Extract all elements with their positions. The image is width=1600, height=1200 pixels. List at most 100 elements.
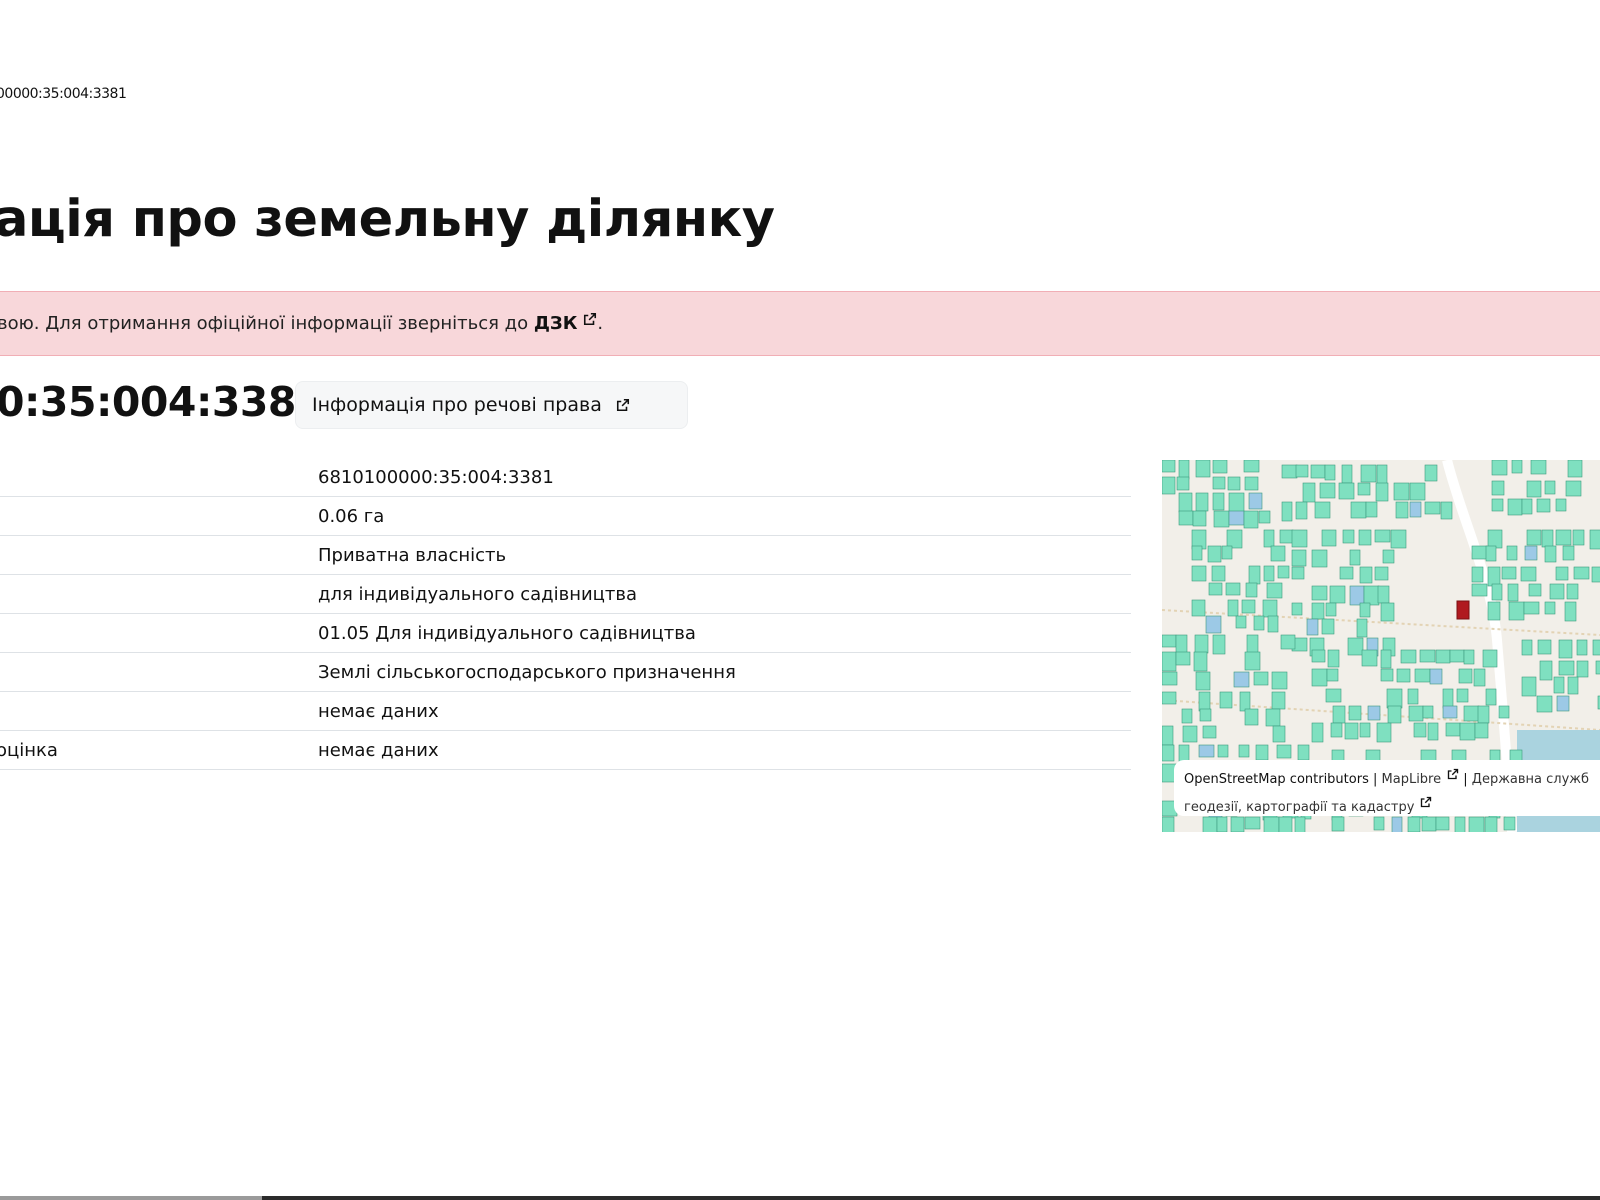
map-parcel [1374, 566, 1389, 581]
map-parcel [1271, 671, 1288, 690]
map-parcel [1359, 602, 1371, 618]
dzk-link[interactable]: ДЗК [533, 312, 598, 334]
map-parcel [1279, 529, 1294, 544]
map-parcel [1198, 744, 1215, 758]
map-parcel [1507, 498, 1523, 516]
map-parcel [1213, 510, 1230, 528]
alert-tail: . [597, 313, 604, 334]
map-parcel [1375, 482, 1389, 502]
maplibre-link[interactable]: MapLibre [1382, 768, 1460, 787]
map-parcel [1380, 602, 1395, 622]
map-parcel [1395, 501, 1409, 519]
map-parcel [1243, 510, 1259, 529]
map-parcel [1176, 476, 1190, 491]
map-parcel [1400, 649, 1417, 664]
map-parcel [1314, 501, 1331, 519]
map-parcel [1564, 601, 1577, 622]
map-parcel [1435, 649, 1451, 664]
map-parcel [1217, 744, 1229, 758]
map-parcel [1230, 816, 1245, 832]
map-parcel [1191, 565, 1207, 582]
map-parcel [1253, 671, 1269, 686]
map-parcel [1238, 744, 1250, 758]
map-parcel [1409, 501, 1422, 518]
osm-attribution: OpenStreetMap contributors [1184, 772, 1369, 787]
map-parcel [1219, 691, 1233, 709]
map-parcel [1212, 476, 1226, 490]
agency-link[interactable]: Державна служб [1472, 772, 1589, 787]
map-parcel [1162, 816, 1175, 832]
attribution-separator: | [1463, 772, 1468, 787]
map-parcel [1386, 688, 1403, 709]
map-parcel [1506, 545, 1518, 561]
map-parcel [1278, 816, 1293, 832]
map-parcel [1202, 725, 1217, 739]
map-parcel [1456, 688, 1469, 703]
map-parcel [1178, 510, 1194, 526]
map-parcel [1330, 722, 1343, 738]
map-parcel [1202, 816, 1218, 832]
row-value: 01.05 Для індивідуального садівництва [318, 613, 1131, 653]
map-parcel [1390, 529, 1407, 549]
map-parcel [1347, 637, 1364, 656]
map-parcel [1358, 529, 1372, 546]
map-parcel [1341, 464, 1353, 484]
map-parcel [1212, 492, 1225, 511]
map-parcel [1182, 725, 1198, 743]
map-parcel [1192, 510, 1207, 527]
map-parcel [1491, 460, 1508, 476]
map-parcel [1194, 634, 1209, 654]
table-row: Приватна власність [0, 535, 1131, 575]
map-parcel [1567, 676, 1579, 695]
map-parcel [1520, 566, 1537, 582]
map-parcel [1349, 549, 1361, 566]
map-parcel [1162, 671, 1178, 686]
map-parcel [1376, 464, 1388, 485]
map-parcel [1595, 660, 1600, 675]
map-parcel [1377, 585, 1390, 604]
map-parcel [1162, 651, 1177, 672]
property-rights-button[interactable]: Інформація про речові права [295, 381, 688, 429]
map-parcel [1311, 722, 1324, 743]
map-parcel [1207, 545, 1222, 563]
map-parcel [1458, 668, 1473, 684]
map-parcel [1592, 639, 1600, 656]
map-parcel [1511, 460, 1523, 474]
map-parcel [1565, 480, 1582, 497]
map-parcel [1297, 744, 1310, 761]
map-parcel [1339, 566, 1354, 580]
map-parcel [1576, 639, 1588, 656]
map-parcel [1294, 816, 1306, 832]
table-row: оцінка немає даних [0, 730, 1131, 770]
map-parcel [1311, 649, 1326, 663]
scrollbar-thumb[interactable] [0, 1196, 262, 1200]
map-parcel [1246, 634, 1259, 654]
map-parcel [1265, 708, 1281, 727]
map-parcel [1216, 816, 1228, 832]
agency-link-continued[interactable]: геодезії, картографії та кадастру [1184, 796, 1432, 815]
map-parcel [1407, 688, 1419, 705]
map-parcel [1445, 722, 1461, 737]
map-parcel [1414, 668, 1431, 683]
map-parcel [1228, 492, 1245, 513]
map-parcel [1367, 705, 1381, 721]
map-parcel [1281, 464, 1298, 479]
map-parcel [1348, 705, 1362, 721]
map-parcel [1537, 639, 1552, 655]
map-parcel [1422, 705, 1434, 719]
map-parcel [1487, 566, 1501, 587]
parcel-info-table: 6810100000:35:004:3381 0.06 га Приватна вл… [0, 458, 1131, 770]
map-parcel [1435, 816, 1450, 831]
map-parcel [1566, 583, 1579, 600]
map-parcel [1576, 660, 1589, 678]
dzk-link-label: ДЗК [533, 313, 578, 334]
map-parcel [1521, 676, 1537, 697]
map-parcel [1263, 816, 1280, 832]
horizontal-scrollbar[interactable] [0, 1196, 1600, 1200]
table-row: 01.05 Для індивідуального садівництва [0, 613, 1131, 653]
map-parcel [1208, 582, 1223, 596]
map-parcel [1553, 676, 1565, 694]
map-parcel [1429, 668, 1443, 685]
map-parcel [1324, 464, 1336, 481]
map-parcel [1361, 649, 1378, 667]
